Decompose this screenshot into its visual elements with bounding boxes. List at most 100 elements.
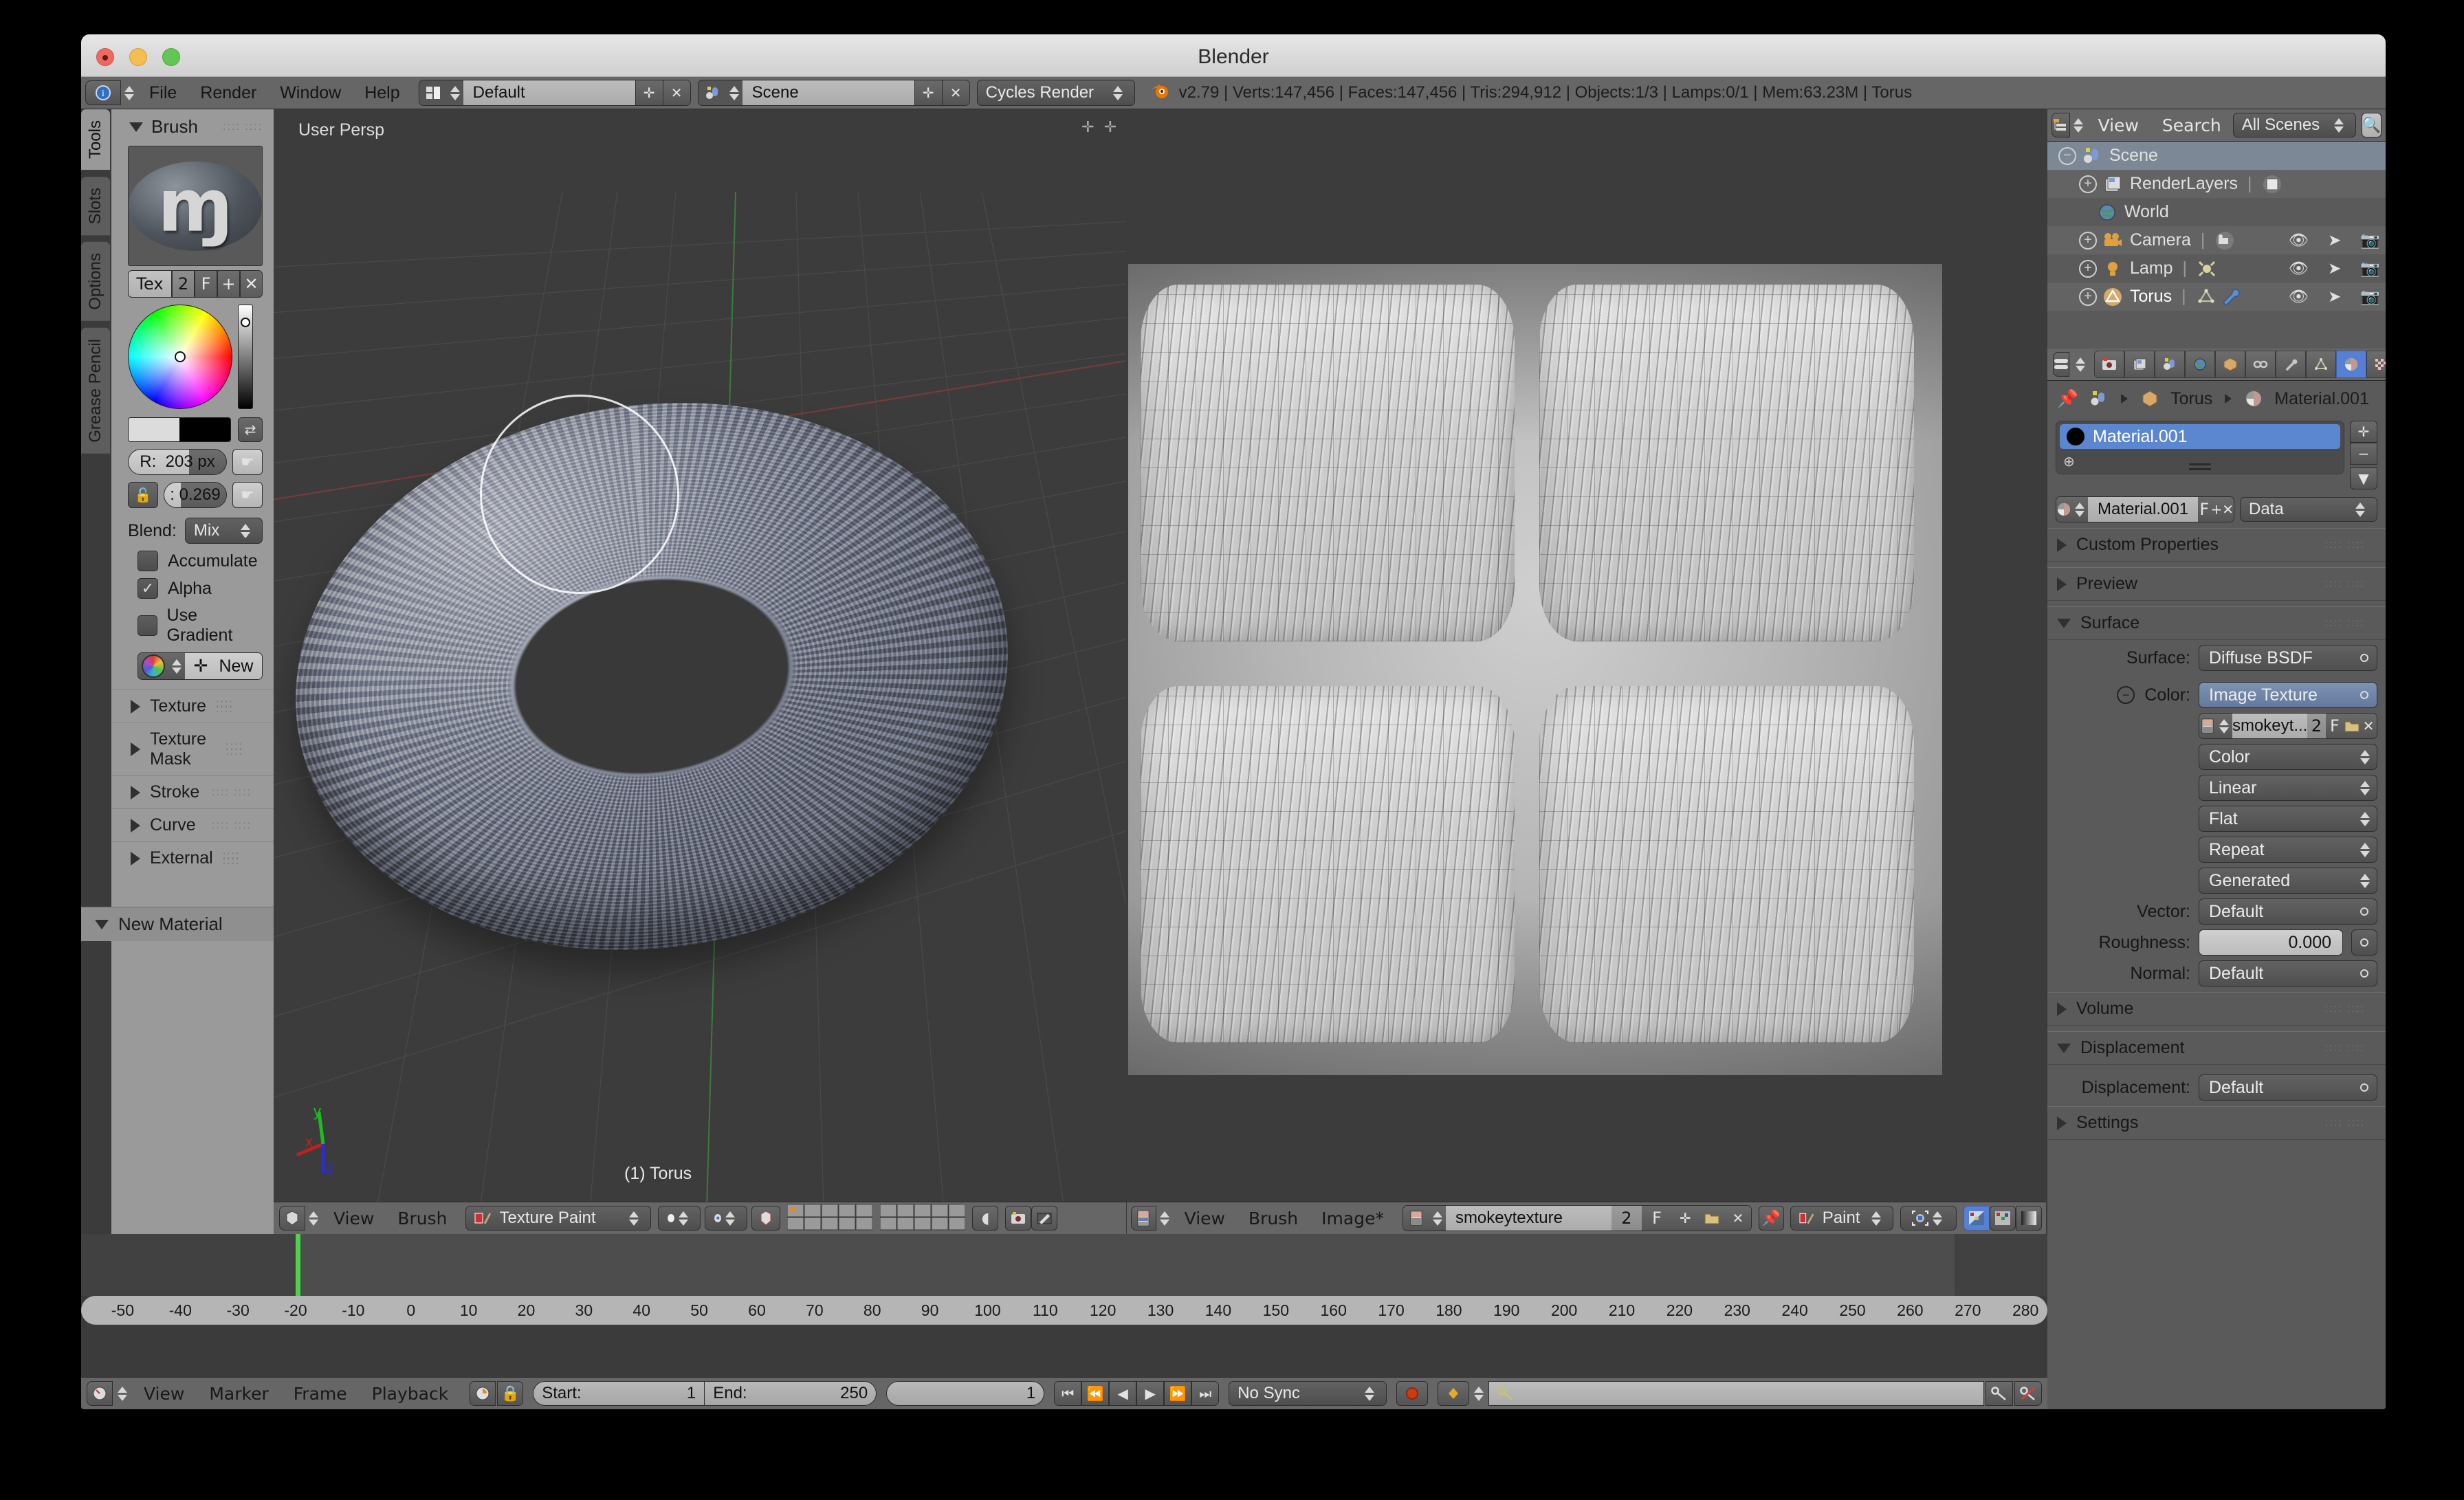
remove-material-slot-button[interactable]: − (2350, 443, 2377, 465)
strength-lock-icon[interactable]: 🔓 (128, 482, 158, 508)
breadcrumb-material[interactable]: Material.001 (2274, 389, 2369, 409)
insert-keyframe-button[interactable] (1986, 1381, 2013, 1406)
renderlayer-data-icon[interactable] (2262, 175, 2282, 194)
uv-pivot-spinner[interactable] (1929, 1211, 1946, 1226)
previous-keyframe-button[interactable]: ⏪ (1081, 1381, 1110, 1406)
vector-field[interactable]: Default (2199, 898, 2377, 925)
color-space-dropdown[interactable]: Color (2199, 744, 2377, 770)
screen-layout-spinner[interactable] (447, 85, 463, 100)
auto-keyframe-record-icon[interactable] (1396, 1381, 1429, 1406)
scene-selector[interactable]: Scene ✛ ✕ (697, 80, 970, 106)
uv-mode-selector[interactable]: Paint (1790, 1206, 1894, 1231)
material-slot-item[interactable]: Material.001 (2060, 424, 2340, 449)
delete-keyframe-button[interactable] (2014, 1381, 2042, 1406)
editor-type-spinner[interactable] (1156, 1211, 1173, 1226)
node-socket-icon[interactable] (2360, 654, 2368, 662)
color-channel-icon[interactable] (1989, 1206, 2016, 1231)
scene-layers-widget[interactable] (787, 1204, 966, 1232)
node-socket-icon[interactable] (2360, 1083, 2368, 1092)
outliner-row-lamp[interactable]: + Lamp | 👁 ➤ 📷 (2047, 254, 2386, 283)
strength-pressure-icon[interactable]: ☛ (232, 482, 263, 508)
tab-options[interactable]: Options (81, 242, 110, 322)
screen-layout-name[interactable]: Default (463, 80, 635, 105)
brush-strength-slider[interactable]: : 0.269 (164, 482, 227, 508)
brush-tex-button[interactable]: Tex (128, 270, 172, 298)
accumulate-checkbox[interactable] (138, 551, 158, 571)
render-view-icon[interactable] (1005, 1206, 1032, 1231)
end-frame-field[interactable]: End: 250 (705, 1381, 877, 1406)
viewport-corner-widgets[interactable]: ✛ ✛ (1081, 119, 1116, 136)
paint-mask-icon[interactable] (1031, 1206, 1058, 1231)
menu-help[interactable]: Help (353, 83, 411, 103)
properties-tab-modifiers[interactable] (2276, 351, 2306, 378)
play-reverse-button[interactable]: ◀ (1109, 1381, 1137, 1406)
new-palette-button[interactable]: ✛ New (185, 653, 262, 679)
jump-to-end-button[interactable]: ⏭ (1191, 1381, 1220, 1406)
render-engine-selector[interactable]: Cycles Render (976, 80, 1135, 106)
primary-color[interactable] (129, 418, 179, 441)
brush-preview[interactable]: ɱ (128, 146, 263, 266)
use-preview-range-icon[interactable] (470, 1381, 496, 1406)
lock-time-icon[interactable]: 🔒 (497, 1381, 524, 1406)
display-channels-group[interactable] (1963, 1206, 2042, 1231)
breadcrumb-object[interactable]: Torus (2170, 389, 2212, 409)
properties-tab-render-layers[interactable] (2124, 351, 2155, 378)
extension-dropdown[interactable]: Repeat (2199, 837, 2377, 863)
jump-to-start-button[interactable]: ⏮ (1054, 1381, 1082, 1406)
collapse-icon[interactable]: − (2058, 146, 2076, 165)
expand-icon[interactable]: + (2079, 287, 2097, 306)
image-name-field[interactable]: smokeytexture (1445, 1206, 1612, 1231)
start-frame-field[interactable]: Start: 1 (533, 1381, 705, 1406)
image-datablock-selector[interactable]: smokeytexture 2 F ✛ ✕ (1402, 1205, 1752, 1231)
accumulate-row[interactable]: Accumulate (138, 551, 263, 571)
add-material-slot-button[interactable]: ✛ (2350, 421, 2377, 443)
timeline-menu-marker[interactable]: Marker (197, 1384, 280, 1404)
color-wheel-cursor[interactable] (175, 351, 186, 362)
texture-image-fake-user[interactable]: F (2325, 714, 2344, 738)
section-custom-properties[interactable]: Custom Properties :::: :::: (2047, 528, 2386, 562)
brush-users-count[interactable]: 2 (172, 270, 195, 298)
outliner-menu-view[interactable]: View (2087, 115, 2150, 135)
interpolation-dropdown[interactable]: Linear (2199, 775, 2377, 801)
brush-add-button[interactable]: + (217, 270, 240, 298)
surface-shader-field[interactable]: Diffuse BSDF (2199, 645, 2377, 671)
selectability-toggle-icon[interactable]: ➤ (2328, 287, 2341, 306)
outliner-menu-search[interactable]: Search (2150, 115, 2233, 135)
outliner-row-camera[interactable]: + Camera | 👁 ➤ 📷 (2047, 226, 2386, 254)
pivot-spinner[interactable] (722, 1211, 738, 1226)
value-slider-handle[interactable] (241, 318, 250, 327)
panel-texture-mask[interactable]: Texture Mask :::: :::: (111, 723, 274, 775)
next-keyframe-button[interactable]: ⏩ (1164, 1381, 1192, 1406)
keying-set-field[interactable] (1488, 1381, 1984, 1406)
properties-tab-scene[interactable] (2155, 351, 2185, 378)
outliner-row-scene[interactable]: − Scene (2047, 142, 2386, 170)
normal-field[interactable]: Default (2199, 960, 2377, 986)
uv-mode-spinner[interactable] (1868, 1211, 1884, 1226)
properties-tab-texture[interactable] (2366, 351, 2386, 378)
delete-screen-layout-button[interactable]: ✕ (662, 80, 690, 105)
timeline-menu-view[interactable]: View (132, 1384, 196, 1404)
sync-mode-selector[interactable]: No Sync (1229, 1381, 1387, 1406)
outliner-row-world[interactable]: World (2047, 198, 2386, 226)
uv-canvas[interactable] (1127, 109, 2046, 1202)
panel-curve[interactable]: Curve :::: :::: (111, 808, 274, 841)
use-gradient-checkbox[interactable] (138, 615, 157, 636)
expand-icon[interactable]: + (2079, 175, 2097, 193)
source-dropdown[interactable]: Generated (2199, 868, 2377, 894)
editor-type-icon[interactable] (87, 1381, 113, 1406)
properties-tab-world[interactable] (2185, 351, 2215, 378)
color-wheel[interactable] (128, 305, 232, 409)
editor-type-icon[interactable] (2053, 352, 2069, 377)
node-socket-icon[interactable] (2360, 691, 2368, 699)
image-fake-user-button[interactable]: F (1641, 1206, 1673, 1231)
mesh-data-icon[interactable] (2196, 287, 2216, 307)
properties-tab-material[interactable] (2336, 351, 2366, 378)
color-alpha-channel-icon[interactable] (1963, 1206, 1990, 1231)
brush-delete-button[interactable]: ✕ (240, 270, 263, 298)
material-datablock-selector[interactable]: Material.001 F + ✕ (2056, 496, 2234, 522)
mode-spinner[interactable] (626, 1211, 642, 1226)
viewport-canvas[interactable]: User Persp x y z (1) Torus ✛ ✛ (274, 109, 1126, 1202)
material-name-field[interactable]: Material.001 (2088, 497, 2199, 522)
visibility-toggle-icon[interactable]: 👁 (2289, 259, 2309, 278)
brush-panel-header[interactable]: Brush :::: :::: (111, 109, 274, 142)
